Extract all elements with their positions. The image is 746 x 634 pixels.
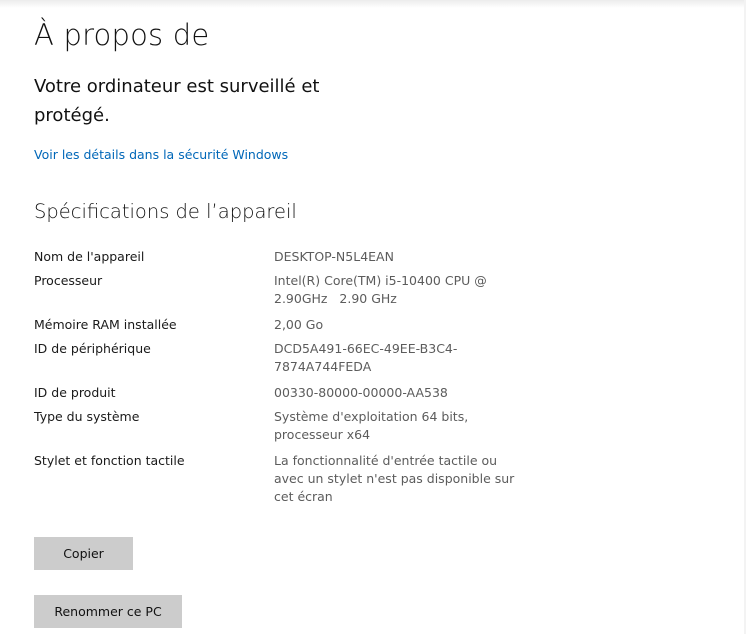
spec-value: La fonctionnalité d'entrée tactile ou av… [274, 453, 515, 504]
spec-value: Système d'exploitation 64 bits, processe… [274, 409, 469, 442]
copy-button[interactable]: Copier [34, 537, 133, 570]
device-specifications-table: Nom de l'appareil DESKTOP-N5L4EAN Proces… [34, 248, 554, 512]
rename-pc-button[interactable]: Renommer ce PC [34, 595, 182, 628]
spec-value: 2,00 Go [274, 317, 324, 332]
spec-label: Processeur [34, 273, 103, 288]
spec-row-system-type: Type du système Système d'exploitation 6… [34, 408, 554, 444]
spec-label: ID de produit [34, 385, 116, 400]
spec-row-pen-touch: Stylet et fonction tactile La fonctionna… [34, 452, 554, 506]
spec-row-processor: Processeur Intel(R) Core(TM) i5-10400 CP… [34, 272, 554, 308]
spec-label: Mémoire RAM installée [34, 317, 177, 332]
page-title: À propos de [34, 18, 210, 52]
spec-row-device-id: ID de périphérique DCD5A491-66EC-49EE-B3… [34, 340, 554, 376]
spec-row-product-id: ID de produit 00330-80000-00000-AA538 [34, 384, 554, 402]
spec-value: DESKTOP-N5L4EAN [274, 249, 394, 264]
spec-value: 00330-80000-00000-AA538 [274, 385, 448, 400]
spec-value: DCD5A491-66EC-49EE-B3C4-7874A744FEDA [274, 341, 458, 374]
spec-row-device-name: Nom de l'appareil DESKTOP-N5L4EAN [34, 248, 554, 266]
spec-label: ID de périphérique [34, 341, 151, 356]
spec-label: Type du système [34, 409, 140, 424]
spec-row-ram: Mémoire RAM installée 2,00 Go [34, 316, 554, 334]
spec-label: Stylet et fonction tactile [34, 453, 185, 468]
windows-security-details-link[interactable]: Voir les détails dans la sécurité Window… [34, 147, 288, 162]
spec-label: Nom de l'appareil [34, 249, 145, 264]
spec-value: Intel(R) Core(TM) i5-10400 CPU @ 2.90GHz… [274, 273, 491, 306]
device-specifications-heading: Spécifications de l’appareil [34, 200, 297, 223]
top-shadow [0, 0, 746, 8]
protection-status-text: Votre ordinateur est surveillé et protég… [34, 76, 320, 126]
